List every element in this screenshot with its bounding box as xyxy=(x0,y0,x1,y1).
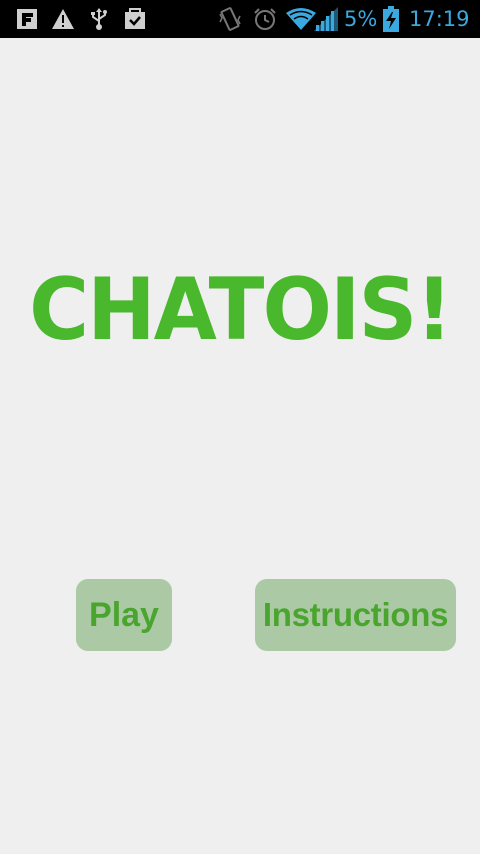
clipboard-check-icon xyxy=(124,0,146,38)
app-title: CHATOIS! xyxy=(29,260,453,360)
clock: 17:19 xyxy=(409,7,470,31)
app-screen: 5% 17:19 CHATOIS! Play Instructions xyxy=(0,0,480,854)
wifi-icon xyxy=(286,0,316,38)
warning-icon xyxy=(52,0,74,38)
alarm-icon xyxy=(253,0,277,38)
battery-percent: 5% xyxy=(344,7,378,31)
play-button[interactable]: Play xyxy=(76,579,172,651)
vibrate-icon xyxy=(218,0,242,38)
usb-icon xyxy=(90,0,108,38)
cell-signal-icon xyxy=(314,0,338,38)
battery-charging-icon xyxy=(383,0,399,38)
status-bar: 5% 17:19 xyxy=(0,0,480,38)
flipboard-icon xyxy=(17,0,37,38)
instructions-button[interactable]: Instructions xyxy=(255,579,456,651)
